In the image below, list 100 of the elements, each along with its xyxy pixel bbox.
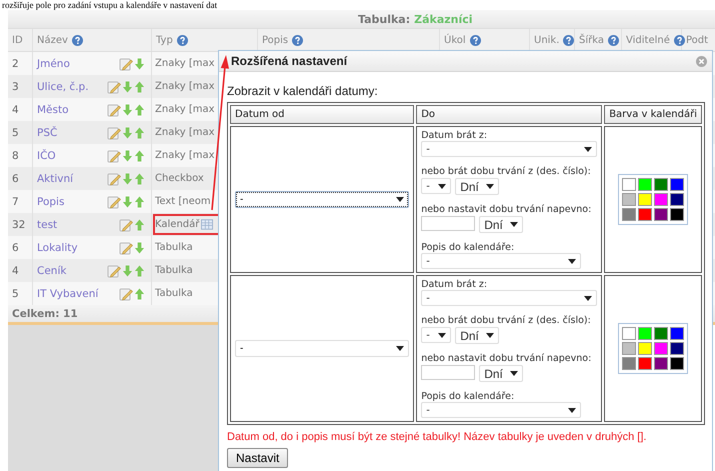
field-name-link[interactable]: Město: [37, 104, 69, 116]
help-icon[interactable]: [563, 34, 574, 46]
close-icon[interactable]: [696, 56, 707, 66]
color-swatch[interactable]: [638, 208, 652, 221]
type-cell: Znaky [max: [155, 81, 215, 92]
arrow-up-icon[interactable]: [134, 286, 145, 300]
help-icon[interactable]: [72, 34, 83, 46]
color-swatch[interactable]: [654, 327, 668, 340]
select-field[interactable]: -: [235, 191, 410, 208]
help-icon[interactable]: [176, 34, 188, 46]
select-field[interactable]: Dní: [455, 327, 500, 344]
arrow-down-icon[interactable]: [122, 102, 133, 116]
edit-icon[interactable]: [119, 56, 133, 70]
select-field[interactable]: Dní: [455, 178, 500, 195]
select-field[interactable]: -: [421, 141, 598, 157]
field-label: nebo nastavit dobu trvání napevno:: [421, 353, 592, 364]
help-icon[interactable]: [674, 34, 685, 46]
color-swatch[interactable]: [622, 357, 636, 370]
field-name-link[interactable]: test: [37, 218, 58, 230]
color-swatch[interactable]: [670, 342, 684, 355]
arrow-down-icon[interactable]: [122, 148, 133, 162]
field-name-link[interactable]: Ulice, č.p.: [37, 80, 89, 92]
edit-icon[interactable]: [107, 194, 121, 208]
edit-icon[interactable]: [107, 80, 121, 94]
input-field[interactable]: [421, 216, 476, 231]
help-icon[interactable]: [470, 34, 481, 46]
color-swatch[interactable]: [670, 357, 684, 370]
color-swatch[interactable]: [654, 342, 668, 355]
arrow-down-icon[interactable]: [122, 80, 133, 94]
arrow-down-icon[interactable]: [134, 56, 145, 70]
edit-icon[interactable]: [107, 102, 121, 116]
arrow-up-icon[interactable]: [134, 218, 145, 232]
total-count: Celkem: 11: [12, 308, 78, 320]
help-icon[interactable]: [608, 34, 619, 46]
field-label: Datum brát z:: [421, 130, 488, 141]
select-field[interactable]: Dní: [479, 365, 524, 382]
color-swatch[interactable]: [638, 342, 652, 355]
field-name-link[interactable]: IČO: [37, 150, 56, 162]
type-cell: Znaky [max: [155, 58, 215, 69]
id-cell: 6: [12, 242, 19, 254]
field-name-link[interactable]: Lokality: [37, 242, 78, 254]
arrow-down-icon[interactable]: [134, 240, 145, 254]
color-swatch[interactable]: [654, 193, 668, 206]
color-swatch[interactable]: [638, 357, 652, 370]
color-swatch[interactable]: [654, 178, 668, 191]
edit-icon[interactable]: [107, 148, 121, 162]
color-swatch[interactable]: [622, 178, 636, 191]
select-field[interactable]: -: [421, 402, 582, 418]
field-name-link[interactable]: Popis: [37, 196, 64, 208]
field-name-link[interactable]: PSČ: [37, 126, 58, 138]
edit-icon[interactable]: [119, 218, 133, 232]
set-button[interactable]: Nastavit: [227, 448, 288, 468]
select-field[interactable]: -: [421, 327, 452, 343]
edit-icon[interactable]: [107, 126, 121, 140]
edit-icon[interactable]: [119, 240, 133, 254]
arrow-up-icon[interactable]: [134, 194, 145, 208]
color-swatch[interactable]: [670, 208, 684, 221]
arrow-down-icon[interactable]: [122, 264, 133, 278]
color-swatch[interactable]: [670, 327, 684, 340]
column-header: Datum od: [230, 105, 414, 124]
select-field[interactable]: Dní: [479, 216, 524, 233]
arrow-down-icon[interactable]: [122, 172, 133, 186]
arrow-up-icon[interactable]: [134, 102, 145, 116]
color-swatch[interactable]: [654, 357, 668, 370]
edit-icon[interactable]: [107, 264, 121, 278]
caret-icon: [510, 371, 518, 376]
arrow-up-icon[interactable]: [134, 172, 145, 186]
arrow-down-icon[interactable]: [122, 194, 133, 208]
help-icon[interactable]: [292, 34, 304, 46]
color-swatch[interactable]: [670, 178, 684, 191]
edit-icon[interactable]: [119, 286, 133, 300]
type-cell: Tabulka: [155, 288, 193, 299]
color-swatch[interactable]: [638, 327, 652, 340]
type-cell: Znaky [max: [155, 150, 215, 161]
color-swatch[interactable]: [622, 208, 636, 221]
select-field[interactable]: -: [421, 253, 582, 269]
field-name-link[interactable]: Jméno: [37, 58, 70, 70]
color-swatch[interactable]: [654, 208, 668, 221]
input-field[interactable]: [421, 365, 476, 380]
color-swatch[interactable]: [622, 327, 636, 340]
field-name-link[interactable]: Aktivní: [37, 172, 74, 184]
field-name-link[interactable]: IT Vybavení: [37, 288, 98, 300]
dialog-title: Rozšířená nastavení: [231, 54, 348, 68]
color-swatch[interactable]: [622, 342, 636, 355]
arrow-down-icon[interactable]: [122, 126, 133, 140]
edit-icon[interactable]: [107, 172, 121, 186]
field-name-link[interactable]: Ceník: [37, 264, 66, 276]
select-field[interactable]: -: [421, 178, 452, 194]
color-swatch[interactable]: [638, 193, 652, 206]
color-swatch[interactable]: [622, 193, 636, 206]
select-field[interactable]: -: [421, 290, 598, 306]
arrow-up-icon[interactable]: [134, 126, 145, 140]
arrow-up-icon[interactable]: [134, 148, 145, 162]
color-swatch[interactable]: [638, 178, 652, 191]
arrow-up-icon[interactable]: [134, 264, 145, 278]
color-swatch[interactable]: [670, 193, 684, 206]
select-field[interactable]: -: [235, 340, 410, 357]
table-title-value: Zákazníci: [414, 12, 473, 26]
calendar-icon[interactable]: [201, 219, 214, 230]
arrow-up-icon[interactable]: [134, 80, 145, 94]
